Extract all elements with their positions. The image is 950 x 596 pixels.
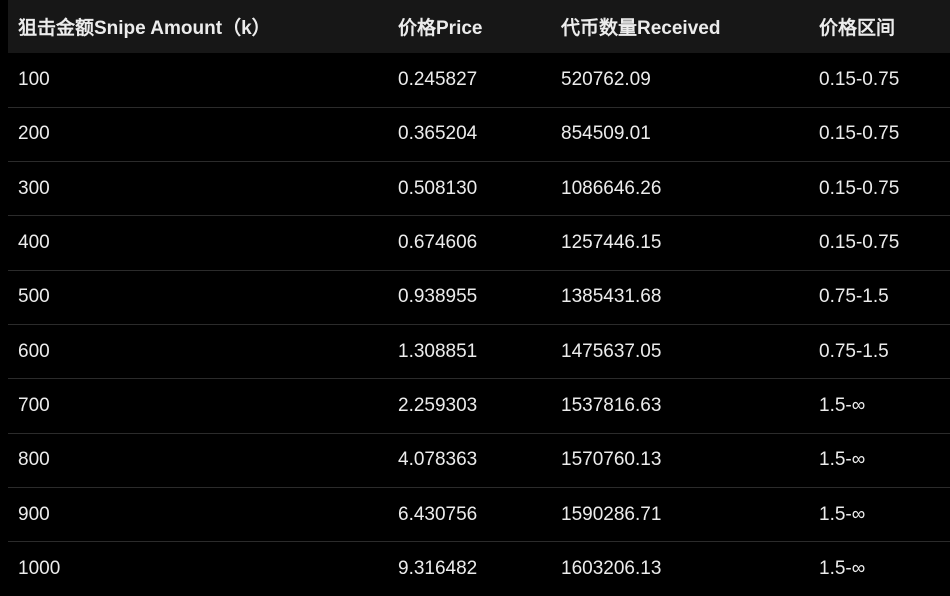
cell-price: 9.316482	[398, 558, 478, 580]
cell-snipe-amount: 100	[18, 68, 50, 90]
cell-snipe-amount: 1000	[18, 558, 61, 580]
cell-price: 6.430756	[398, 503, 478, 525]
table-row: 400 0.674606 1257446.15 0.15-0.75	[8, 215, 950, 270]
page: 狙击金额Snipe Amount（k） 价格Price 代币数量Received…	[0, 0, 950, 596]
cell-price: 0.365204	[398, 123, 478, 145]
cell-price: 4.078363	[398, 449, 478, 471]
table-row: 500 0.938955 1385431.68 0.75-1.5	[8, 270, 950, 324]
table-row: 100 0.245827 520762.09 0.15-0.75	[8, 53, 950, 107]
cell-received: 520762.09	[561, 68, 651, 90]
cell-snipe-amount: 900	[18, 503, 50, 525]
cell-snipe-amount: 200	[18, 123, 50, 145]
cell-price-range: 0.75-1.5	[819, 286, 889, 308]
cell-price-range: 0.15-0.75	[819, 232, 900, 254]
cell-received: 1385431.68	[561, 286, 662, 308]
cell-snipe-amount: 400	[18, 232, 50, 254]
cell-price-range: 1.5-∞	[819, 503, 866, 525]
cell-price: 0.245827	[398, 68, 478, 90]
cell-price: 0.508130	[398, 177, 478, 199]
cell-price: 1.308851	[398, 340, 478, 362]
cell-price: 2.259303	[398, 394, 478, 416]
cell-price: 0.938955	[398, 286, 478, 308]
table-row: 1000 9.316482 1603206.13 1.5-∞	[8, 541, 950, 596]
cell-received: 1570760.13	[561, 449, 662, 471]
table-row: 900 6.430756 1590286.71 1.5-∞	[8, 487, 950, 541]
cell-price-range: 0.75-1.5	[819, 340, 889, 362]
header-row: 狙击金额Snipe Amount（k） 价格Price 代币数量Received…	[8, 0, 950, 53]
cell-price-range: 1.5-∞	[819, 558, 866, 580]
cell-snipe-amount: 600	[18, 340, 50, 362]
table-header: 狙击金额Snipe Amount（k） 价格Price 代币数量Received…	[8, 0, 950, 53]
table-row: 300 0.508130 1086646.26 0.15-0.75	[8, 161, 950, 216]
table-row: 700 2.259303 1537816.63 1.5-∞	[8, 378, 950, 433]
cell-price-range: 0.15-0.75	[819, 177, 900, 199]
cell-snipe-amount: 500	[18, 286, 50, 308]
table-body: 100 0.245827 520762.09 0.15-0.75 200 0.3…	[8, 53, 950, 596]
cell-received: 1537816.63	[561, 394, 662, 416]
cell-snipe-amount: 800	[18, 449, 50, 471]
table-row: 600 1.308851 1475637.05 0.75-1.5	[8, 324, 950, 378]
cell-price: 0.674606	[398, 232, 478, 254]
cell-received: 1257446.15	[561, 232, 662, 254]
cell-price-range: 1.5-∞	[819, 394, 866, 416]
cell-received: 1590286.71	[561, 503, 662, 525]
table-row: 200 0.365204 854509.01 0.15-0.75	[8, 107, 950, 161]
cell-price-range: 1.5-∞	[819, 449, 866, 471]
snipe-table: 狙击金额Snipe Amount（k） 价格Price 代币数量Received…	[8, 0, 950, 596]
cell-price-range: 0.15-0.75	[819, 123, 900, 145]
cell-snipe-amount: 300	[18, 177, 50, 199]
cell-received: 1475637.05	[561, 340, 662, 362]
header-price-range: 价格区间	[819, 18, 896, 39]
cell-snipe-amount: 700	[18, 394, 50, 416]
cell-price-range: 0.15-0.75	[819, 68, 900, 90]
header-price: 价格Price	[398, 18, 483, 39]
header-snipe-amount: 狙击金额Snipe Amount（k）	[18, 18, 271, 39]
cell-received: 1603206.13	[561, 558, 662, 580]
table-row: 800 4.078363 1570760.13 1.5-∞	[8, 433, 950, 487]
cell-received: 854509.01	[561, 123, 651, 145]
cell-received: 1086646.26	[561, 177, 662, 199]
header-received: 代币数量Received	[561, 18, 721, 39]
